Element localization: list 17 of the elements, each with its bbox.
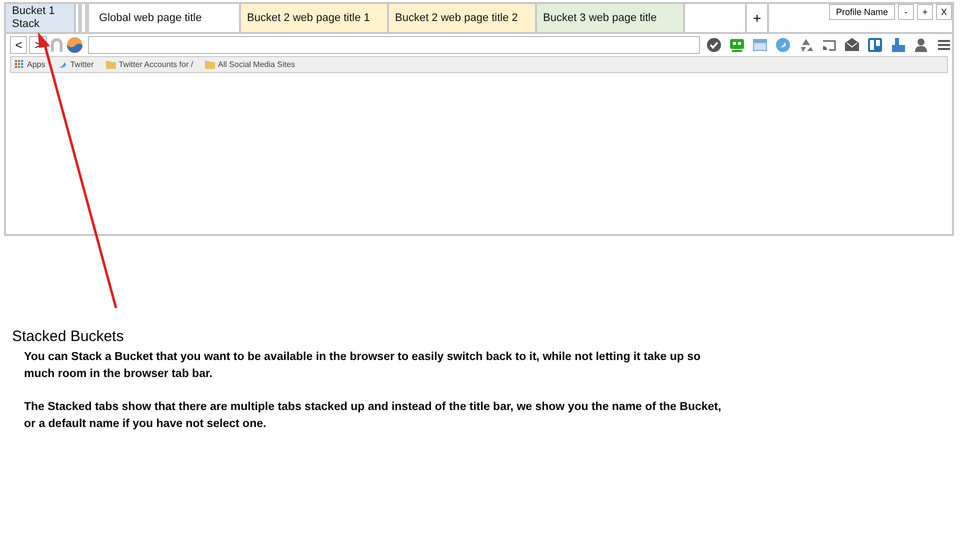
description-paragraph: The Stacked tabs show that there are multiple tabs stacked up and instead of the title bar, we show you the name of the Bucket, or a default name if you have not select one. — [24, 400, 722, 432]
browser-tab[interactable]: Bucket 2 web page title 2 — [389, 4, 537, 32]
browser-tab[interactable]: Bucket 2 web page title 1 — [241, 4, 389, 32]
window-control-button[interactable]: - — [898, 4, 914, 20]
description-paragraph: You can Stack a Bucket that you want to be available in the browser to easily switch back to it, while not letting it take up so much room in the browser tab bar. — [24, 350, 702, 382]
window-control-button[interactable]: + — [917, 4, 933, 20]
profile-button[interactable]: Profile Name — [828, 4, 895, 20]
bookmark-link[interactable]: All Social Media Sites — [205, 60, 295, 69]
bookmark-link[interactable]: Apps — [15, 60, 46, 69]
new-tab-button[interactable]: + — [745, 4, 769, 32]
browser-tab[interactable]: Bucket 3 web page title — [537, 4, 685, 32]
window-control-button[interactable]: X — [936, 4, 952, 20]
stack-tab[interactable]: Bucket 1 Stack — [6, 4, 76, 32]
back-button[interactable]: < — [10, 36, 28, 54]
section-heading: Stacked Buckets — [12, 328, 125, 345]
bookmark-link[interactable]: Twitter — [57, 60, 94, 70]
bookmark-link[interactable]: Twitter Accounts for / — [106, 60, 194, 69]
